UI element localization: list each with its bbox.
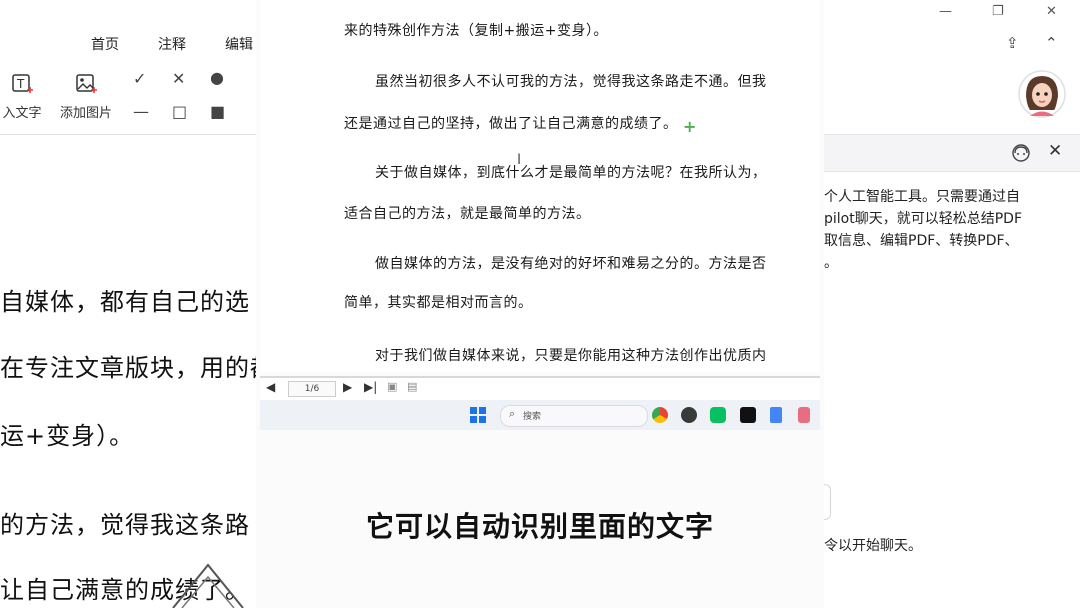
doc-text-line: 适合自己的方法，就是最简单的方法。	[344, 206, 591, 222]
tiktok-icon[interactable]	[740, 407, 756, 423]
doc-text-line: 的方法，觉得我这条路	[0, 511, 250, 539]
insert-text-label: 入文字	[2, 106, 42, 121]
menu-tab-home[interactable]: 首页	[91, 34, 119, 54]
doc-text-line: 对于我们做自媒体来说，只要是你能用这种方法创作出优质内	[375, 348, 767, 364]
doc-text-line: 关于做自媒体，到底什么才是最简单的方法呢？在我所认为，	[375, 165, 767, 181]
next-page-icon[interactable]: ▶	[343, 380, 352, 394]
menu-tab-annotate[interactable]: 注释	[158, 34, 186, 54]
app-icon[interactable]	[681, 407, 697, 423]
pdf-editor-window: 首页 注释 编辑 T 入文字 添加图片 ✓ ✕ ● — □ ■ 自媒体，都有自己…	[0, 0, 274, 608]
minimize-icon[interactable]: —	[939, 4, 952, 19]
cross-icon[interactable]: ✕	[172, 69, 185, 88]
restore-icon[interactable]: ❐	[992, 4, 1004, 19]
text-cursor-icon: I	[517, 152, 522, 168]
fit-page-icon[interactable]: ▣	[387, 380, 397, 393]
svg-text:T: T	[16, 77, 25, 91]
doc-text-line: 来的特殊创作方法（复制+搬运+变身）。	[344, 23, 608, 39]
check-icon[interactable]: ✓	[133, 69, 146, 88]
close-window-icon[interactable]: ✕	[1046, 4, 1057, 19]
search-icon: ⌕	[509, 407, 516, 420]
assistant-icon[interactable]	[1010, 142, 1032, 164]
panel-text-line: 个人工智能工具。只需要通过自	[824, 189, 1020, 205]
close-panel-icon[interactable]: ✕	[1048, 141, 1062, 161]
page-indicator[interactable]: 1/6	[288, 381, 336, 397]
insert-text-icon: T	[12, 74, 33, 93]
doc-text-line: 在专注文章版块，用的都	[0, 354, 275, 382]
collapse-icon[interactable]: ⌃	[1045, 34, 1058, 52]
filled-circle-icon[interactable]: ●	[210, 68, 224, 87]
doc-text-line: 运+变身）。	[0, 422, 135, 450]
pdf-page: 来的特殊创作方法（复制+搬运+变身）。 虽然当初很多人不认可我的方法，觉得我这条…	[260, 0, 820, 372]
page-navigation-bar: ◀ 1/6 ▶ ▶| ▣ ▤	[260, 376, 820, 402]
chrome-icon[interactable]	[652, 407, 668, 423]
ai-assistant-window: — ❐ ✕ ⇪ ⌃ ✕ 个人工智能工具。只需要通过自 pilot聊天，就可以轻松…	[820, 0, 1080, 608]
windows-start-icon[interactable]	[470, 407, 486, 423]
taskbar: ⌕ 搜索	[260, 400, 820, 430]
plus-marker-icon: +	[683, 117, 697, 136]
doc-text-line: 做自媒体的方法，是没有绝对的好坏和难易之分的。方法是否	[375, 256, 767, 272]
panel-text-line: pilot聊天，就可以轻松总结PDF	[824, 211, 1022, 227]
last-page-icon[interactable]: ▶|	[364, 380, 377, 394]
document-app-icon[interactable]	[770, 407, 782, 423]
doc-text-line: 虽然当初很多人不认可我的方法，觉得我这条路走不通。但我	[375, 74, 767, 90]
insert-text-button[interactable]: T 入文字	[0, 72, 44, 121]
add-image-icon	[76, 74, 97, 93]
add-image-label: 添加图片	[59, 106, 112, 121]
avatar[interactable]	[1018, 70, 1066, 118]
rectangle-icon[interactable]: □	[172, 102, 187, 121]
toolbar-divider	[0, 134, 256, 135]
taskbar-search-label: 搜索	[523, 412, 542, 422]
prev-page-icon[interactable]: ◀	[266, 380, 275, 394]
video-overlay: 来的特殊创作方法（复制+搬运+变身）。 虽然当初很多人不认可我的方法，觉得我这条…	[256, 0, 824, 608]
taskbar-search[interactable]: ⌕ 搜索	[500, 405, 648, 427]
line-icon[interactable]: —	[133, 102, 149, 121]
pdf-app-icon[interactable]	[798, 407, 810, 423]
cursor-outline-icon	[172, 563, 244, 608]
panel-text-line: 。	[824, 255, 838, 271]
add-image-button[interactable]: 添加图片	[56, 72, 116, 121]
menu-tab-edit[interactable]: 编辑	[225, 34, 253, 54]
fit-width-icon[interactable]: ▤	[407, 380, 417, 393]
doc-text-line: 自媒体，都有自己的选	[0, 288, 250, 316]
chat-hint-text: 令以开始聊天。	[824, 538, 922, 554]
video-subtitle: 它可以自动识别里面的文字	[365, 510, 714, 543]
filled-square-icon[interactable]: ■	[210, 102, 225, 121]
panel-header: ✕	[824, 134, 1080, 172]
doc-text-line: 还是通过自己的坚持，做出了让自己满意的成绩了。	[344, 116, 678, 132]
share-icon[interactable]: ⇪	[1006, 34, 1019, 52]
panel-text-line: 取信息、编辑PDF、转换PDF、	[824, 233, 1019, 249]
wechat-icon[interactable]	[710, 407, 726, 423]
doc-text-line: 简单，其实都是相对而言的。	[344, 295, 533, 311]
